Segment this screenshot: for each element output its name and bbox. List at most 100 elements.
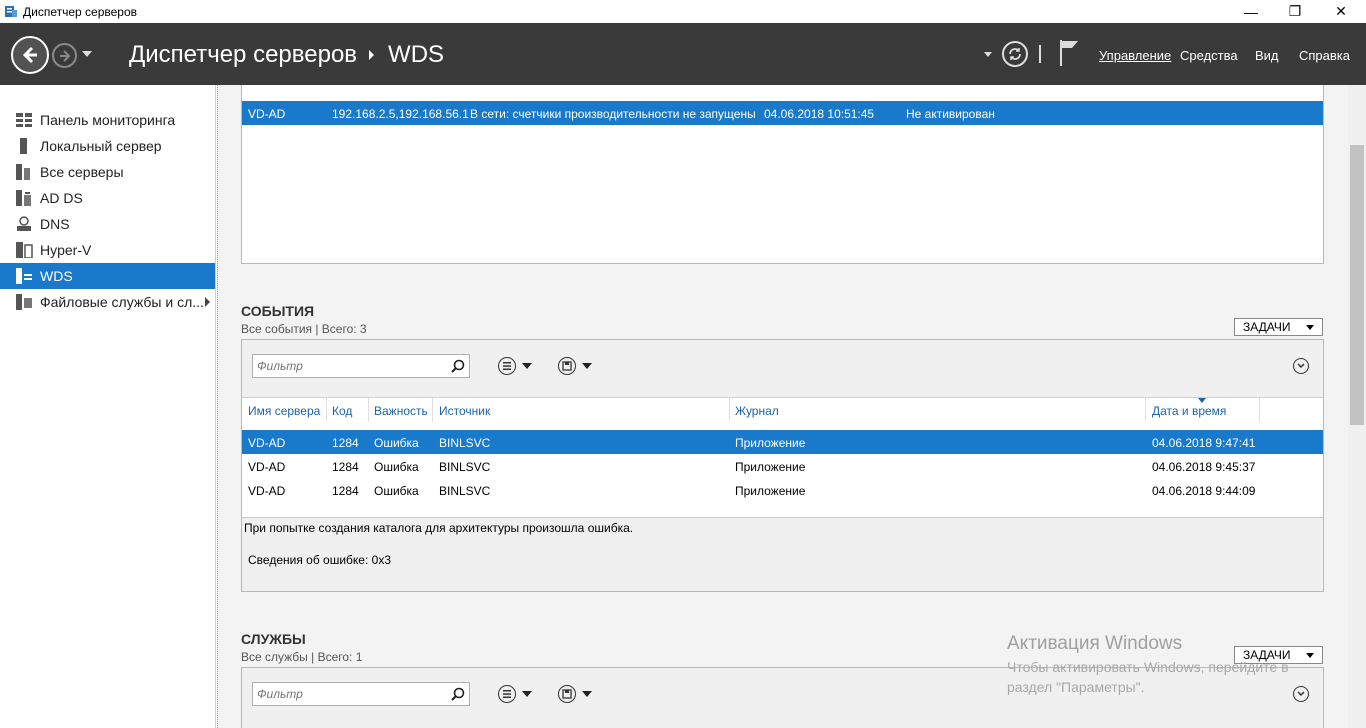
updated-cell: 04.06.2018 10:51:45	[764, 107, 875, 121]
refresh-icon	[1009, 48, 1021, 60]
activation-cell: Не активирован	[906, 107, 995, 121]
activation-watermark-title: Активация Windows	[1007, 633, 1183, 654]
log-cell: Приложение	[735, 460, 806, 474]
chevron-down-icon	[1306, 325, 1314, 330]
vertical-scrollbar[interactable]	[1348, 85, 1366, 728]
source-cell: BINLSVC	[439, 460, 491, 474]
sort-descending-icon	[1198, 398, 1206, 403]
events-save-query-button[interactable]	[558, 355, 600, 377]
chevron-down-icon	[582, 691, 592, 697]
sidebar-item-label: Файловые службы и сл...	[40, 294, 204, 310]
forward-button[interactable]	[52, 43, 77, 68]
severity-cell: Ошибка	[374, 436, 419, 450]
events-table: Имя сервера Код Важность Источник Журнал…	[242, 397, 1323, 517]
services-filter-box[interactable]	[252, 682, 470, 706]
severity-cell: Ошибка	[374, 484, 419, 498]
restore-button[interactable]: ❐	[1272, 0, 1318, 23]
sidebar-item-local-server[interactable]: Локальный сервер	[0, 133, 215, 159]
breadcrumb-current: WDS	[388, 41, 445, 68]
back-button[interactable]	[11, 36, 49, 74]
ip-cell: 192.168.2.5,192.168.56.1	[332, 107, 469, 121]
dashboard-icon	[16, 113, 32, 127]
sidebar-item-ad-ds[interactable]: AD DS	[0, 185, 215, 211]
col-log[interactable]: Журнал	[735, 398, 779, 422]
title-bar: Диспетчер серверов — ❐ ✕	[0, 0, 1366, 23]
column-divider	[432, 398, 433, 422]
chevron-down-icon	[1297, 363, 1305, 369]
sidebar-item-hyper-v[interactable]: Hyper-V	[0, 237, 215, 263]
activation-watermark-line1: Чтобы активировать Windows, перейдите в	[1007, 659, 1289, 675]
breadcrumb-root[interactable]: Диспетчер серверов	[129, 41, 357, 69]
expand-arrow-icon[interactable]	[205, 297, 210, 307]
services-columns-button[interactable]	[498, 683, 540, 705]
search-icon[interactable]	[451, 359, 465, 373]
events-title: СОБЫТИЯ	[241, 303, 315, 319]
col-source[interactable]: Источник	[439, 398, 490, 422]
col-server-name[interactable]: Имя сервера	[248, 398, 320, 422]
chevron-down-icon	[522, 691, 532, 697]
menu-tools[interactable]: Средства	[1180, 48, 1238, 63]
table-row[interactable]: VD-AD 1284 Ошибка BINLSVC Приложение 04.…	[242, 478, 1323, 502]
refresh-button[interactable]	[1002, 41, 1028, 67]
breadcrumb-separator-icon	[369, 50, 375, 60]
sidebar-item-wds[interactable]: WDS	[0, 263, 215, 289]
column-divider	[368, 398, 369, 422]
events-columns-button[interactable]	[498, 355, 540, 377]
code-cell: 1284	[332, 484, 359, 498]
column-divider	[326, 398, 327, 422]
events-tasks-button[interactable]: ЗАДАЧИ	[1234, 318, 1323, 336]
activation-watermark-text: Чтобы активировать Windows, перейдите в …	[1007, 657, 1327, 697]
sidebar-item-dashboard[interactable]: Панель мониторинга	[0, 107, 215, 133]
save-icon	[562, 689, 572, 699]
events-filter-box[interactable]	[252, 354, 470, 378]
flag-icon[interactable]	[1058, 38, 1082, 68]
datetime-cell: 04.06.2018 9:45:37	[1152, 460, 1256, 474]
history-dropdown-icon[interactable]	[82, 51, 92, 57]
events-subtitle: Все события | Всего: 3	[241, 322, 367, 336]
menu-view[interactable]: Вид	[1255, 48, 1279, 63]
list-icon	[503, 362, 511, 370]
hyperv-icon	[16, 242, 33, 258]
events-filter-input[interactable]	[253, 355, 443, 377]
server-cell: VD-AD	[248, 460, 286, 474]
sidebar-item-dns[interactable]: DNS	[0, 211, 215, 237]
col-severity[interactable]: Важность	[374, 398, 428, 422]
event-detail-message: При попытке создания каталога для архите…	[244, 521, 634, 535]
menu-help[interactable]: Справка	[1299, 48, 1350, 63]
scrollbar-thumb[interactable]	[1350, 145, 1364, 425]
sidebar-item-label: WDS	[40, 268, 73, 284]
activation-watermark-line2: раздел "Параметры".	[1007, 679, 1145, 695]
code-cell: 1284	[332, 436, 359, 450]
table-row[interactable]: VD-AD 1284 Ошибка BINLSVC Приложение 04.…	[242, 454, 1323, 478]
services-save-query-button[interactable]	[558, 683, 600, 705]
datetime-cell: 04.06.2018 9:44:09	[1152, 484, 1256, 498]
event-details: При попытке создания каталога для архите…	[242, 517, 1323, 591]
search-icon[interactable]	[451, 687, 465, 701]
notifications-dropdown-icon[interactable]	[984, 52, 992, 57]
minimize-button[interactable]: —	[1228, 0, 1274, 23]
services-filter-input[interactable]	[253, 683, 443, 705]
header-divider	[1039, 45, 1041, 63]
col-datetime[interactable]: Дата и время	[1152, 398, 1226, 422]
events-expand-button[interactable]	[1293, 358, 1309, 374]
sidebar-item-label: Панель мониторинга	[40, 112, 176, 128]
arrow-left-icon	[22, 46, 37, 64]
window-title: Диспетчер серверов	[23, 5, 138, 19]
file-services-icon	[16, 294, 32, 310]
code-cell: 1284	[332, 460, 359, 474]
services-subtitle: Все службы | Всего: 1	[241, 650, 363, 664]
sidebar-item-file-services[interactable]: Файловые службы и сл...	[0, 289, 215, 315]
sidebar-item-label: AD DS	[40, 190, 83, 206]
log-cell: Приложение	[735, 436, 806, 450]
table-row[interactable]: VD-AD 1284 Ошибка BINLSVC Приложение 04.…	[242, 430, 1323, 454]
close-button[interactable]: ✕	[1318, 0, 1364, 23]
sidebar-item-all-servers[interactable]: Все серверы	[0, 159, 215, 185]
col-code[interactable]: Код	[332, 398, 352, 422]
all-servers-icon	[16, 164, 30, 180]
column-divider	[1259, 398, 1260, 422]
menu-manage[interactable]: Управление	[1099, 48, 1171, 63]
column-divider	[729, 398, 730, 422]
source-cell: BINLSVC	[439, 484, 491, 498]
table-row[interactable]: VD-AD 192.168.2.5,192.168.56.1 В сети: с…	[242, 101, 1323, 125]
wds-icon	[16, 268, 32, 284]
